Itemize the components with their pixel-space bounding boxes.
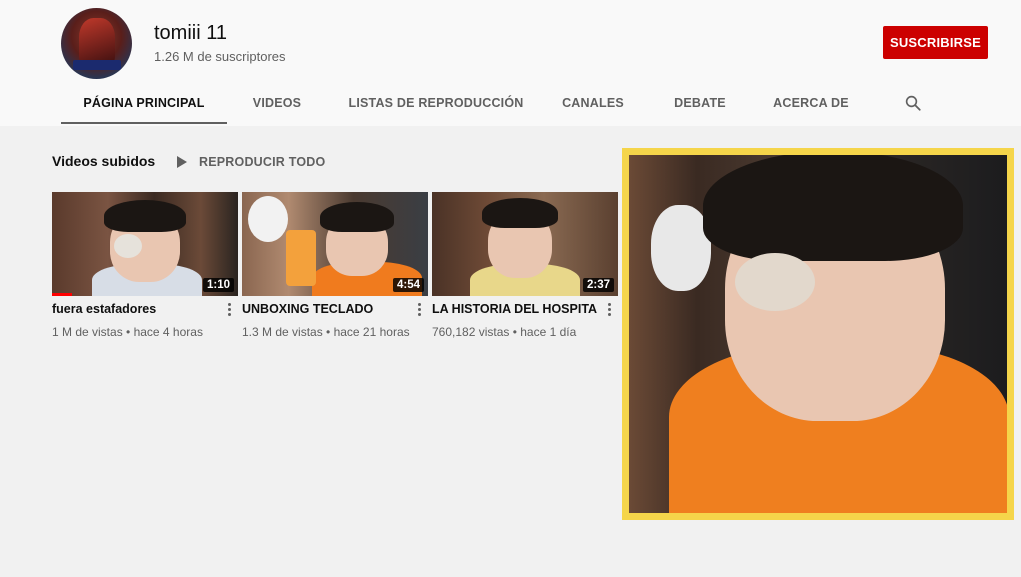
video-title[interactable]: fuera estafadores bbox=[52, 302, 222, 316]
facecam-overlay bbox=[622, 148, 1014, 520]
more-vert-icon[interactable] bbox=[418, 303, 422, 317]
tab-channels[interactable]: CANALES bbox=[555, 82, 631, 124]
channel-header: tomiii 11 1.26 M de suscriptores SUSCRIB… bbox=[0, 0, 1021, 126]
tab-videos[interactable]: VIDEOS bbox=[241, 82, 313, 124]
video-thumbnail[interactable]: 1:10 bbox=[52, 192, 238, 296]
play-all-button[interactable]: REPRODUCIR TODO bbox=[176, 154, 325, 170]
more-vert-icon[interactable] bbox=[228, 303, 232, 317]
play-all-label: REPRODUCIR TODO bbox=[199, 155, 326, 169]
video-thumbnail[interactable]: 4:54 bbox=[242, 192, 428, 296]
video-meta: 1 M de vistas • hace 4 horas bbox=[52, 325, 203, 339]
search-icon[interactable] bbox=[904, 94, 922, 112]
video-meta: 760,182 vistas • hace 1 día bbox=[432, 325, 577, 339]
kid-hair bbox=[703, 155, 963, 261]
section-title: Videos subidos bbox=[52, 153, 156, 169]
more-vert-icon[interactable] bbox=[608, 303, 612, 317]
video-duration: 1:10 bbox=[202, 278, 234, 292]
subscriber-count: 1.26 M de suscriptores bbox=[154, 49, 286, 64]
watch-progress-bar bbox=[52, 293, 73, 296]
tab-home[interactable]: PÁGINA PRINCIPAL bbox=[61, 82, 227, 124]
panda-plush bbox=[651, 205, 711, 291]
video-card[interactable]: 4:54 UNBOXING TECLADO 1.3 M de vistas • … bbox=[242, 192, 428, 339]
channel-avatar[interactable] bbox=[61, 8, 132, 79]
video-card[interactable]: 2:37 LA HISTORIA DEL HOSPITA 760,182 vis… bbox=[432, 192, 618, 339]
video-card[interactable]: 1:10 fuera estafadores 1 M de vistas • h… bbox=[52, 192, 238, 339]
tab-about[interactable]: ACERCA DE bbox=[768, 82, 854, 124]
video-thumbnail[interactable]: 2:37 bbox=[432, 192, 618, 296]
eye-patch bbox=[735, 253, 815, 311]
tab-discussion[interactable]: DEBATE bbox=[667, 82, 733, 124]
subscribe-button[interactable]: SUSCRIBIRSE bbox=[883, 26, 988, 59]
video-meta: 1.3 M de vistas • hace 21 horas bbox=[242, 325, 410, 339]
channel-name[interactable]: tomiii 11 bbox=[154, 22, 227, 45]
video-duration: 2:37 bbox=[582, 278, 614, 292]
video-title[interactable]: UNBOXING TECLADO bbox=[242, 302, 412, 316]
video-duration: 4:54 bbox=[392, 278, 424, 292]
tab-playlists[interactable]: LISTAS DE REPRODUCCIÓN bbox=[345, 82, 527, 124]
video-title[interactable]: LA HISTORIA DEL HOSPITA bbox=[432, 302, 602, 316]
play-icon bbox=[177, 156, 187, 168]
